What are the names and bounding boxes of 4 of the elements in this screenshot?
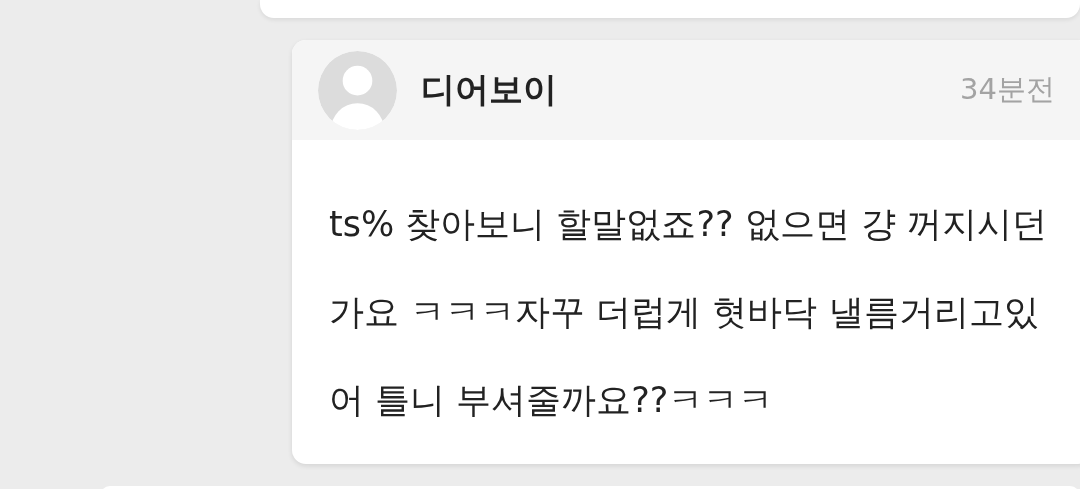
timestamp: 34분전 [960, 71, 1055, 108]
comment-text: ts% 찾아보니 할말없죠?? 없으면 걍 꺼지시던가요 ㅋㅋㅋ자꾸 더럽게 혓바닥 낼름거리고있어 틀니 부셔줄까요??ㅋㅋㅋ [329, 203, 1048, 422]
avatar-icon [318, 50, 397, 130]
author-name: 디어보이 [421, 68, 558, 111]
